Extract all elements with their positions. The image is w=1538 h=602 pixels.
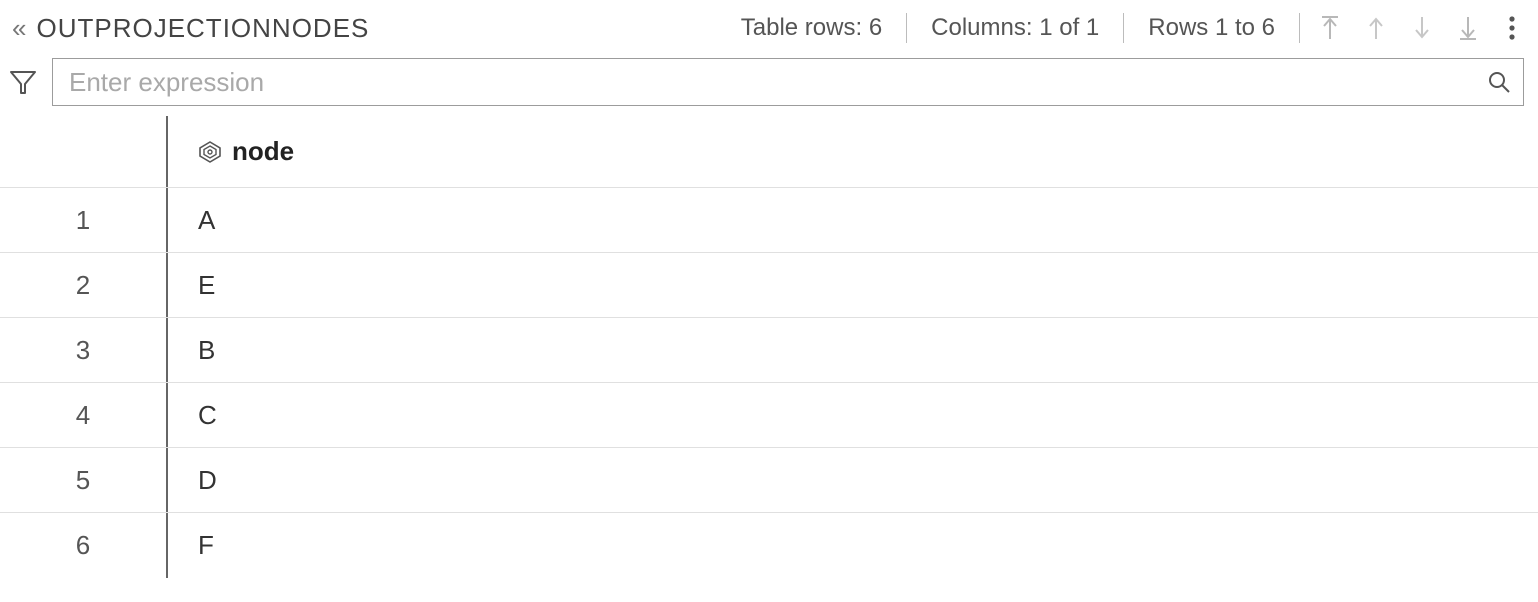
- cell-node[interactable]: C: [168, 383, 1538, 447]
- page-next-icon[interactable]: [1412, 15, 1432, 41]
- column-header-label: node: [232, 136, 294, 167]
- cell-node[interactable]: D: [168, 448, 1538, 512]
- row-index: 5: [0, 448, 168, 512]
- data-grid: node 1 A 2 E 3 B 4 C 5 D 6 F: [0, 116, 1538, 578]
- table-title: OUTPROJECTIONNODES: [36, 13, 369, 44]
- node-type-icon: [198, 140, 222, 164]
- row-index: 2: [0, 253, 168, 317]
- collapse-back-button[interactable]: «: [12, 13, 36, 44]
- column-header[interactable]: node: [168, 116, 1538, 187]
- cell-node[interactable]: B: [168, 318, 1538, 382]
- expression-input[interactable]: [53, 59, 1523, 105]
- more-options-button[interactable]: [1498, 15, 1526, 41]
- table-row[interactable]: 5 D: [0, 448, 1538, 513]
- toolbar: « OUTPROJECTIONNODES Table rows: 6 Colum…: [0, 0, 1538, 56]
- table-rows-label: Table rows: 6: [717, 13, 906, 43]
- row-index: 1: [0, 188, 168, 252]
- pagination-info: Table rows: 6 Columns: 1 of 1 Rows 1 to …: [717, 13, 1300, 43]
- cell-node[interactable]: F: [168, 513, 1538, 578]
- page-first-icon[interactable]: [1320, 15, 1340, 41]
- header-row: node: [0, 116, 1538, 188]
- expression-field-wrap: [52, 58, 1524, 106]
- header-index-cell: [0, 116, 168, 187]
- nav-icon-group: [1300, 15, 1498, 41]
- table-row[interactable]: 6 F: [0, 513, 1538, 578]
- rows-range-label: Rows 1 to 6: [1124, 13, 1299, 43]
- page-last-icon[interactable]: [1458, 15, 1478, 41]
- filter-icon[interactable]: [8, 67, 38, 97]
- table-row[interactable]: 2 E: [0, 253, 1538, 318]
- filter-row: [0, 56, 1538, 116]
- cell-node[interactable]: A: [168, 188, 1538, 252]
- table-row[interactable]: 3 B: [0, 318, 1538, 383]
- columns-label: Columns: 1 of 1: [907, 13, 1123, 43]
- page-prev-icon[interactable]: [1366, 15, 1386, 41]
- row-index: 3: [0, 318, 168, 382]
- table-row[interactable]: 1 A: [0, 188, 1538, 253]
- row-index: 4: [0, 383, 168, 447]
- search-icon[interactable]: [1487, 70, 1511, 94]
- table-row[interactable]: 4 C: [0, 383, 1538, 448]
- row-index: 6: [0, 513, 168, 578]
- cell-node[interactable]: E: [168, 253, 1538, 317]
